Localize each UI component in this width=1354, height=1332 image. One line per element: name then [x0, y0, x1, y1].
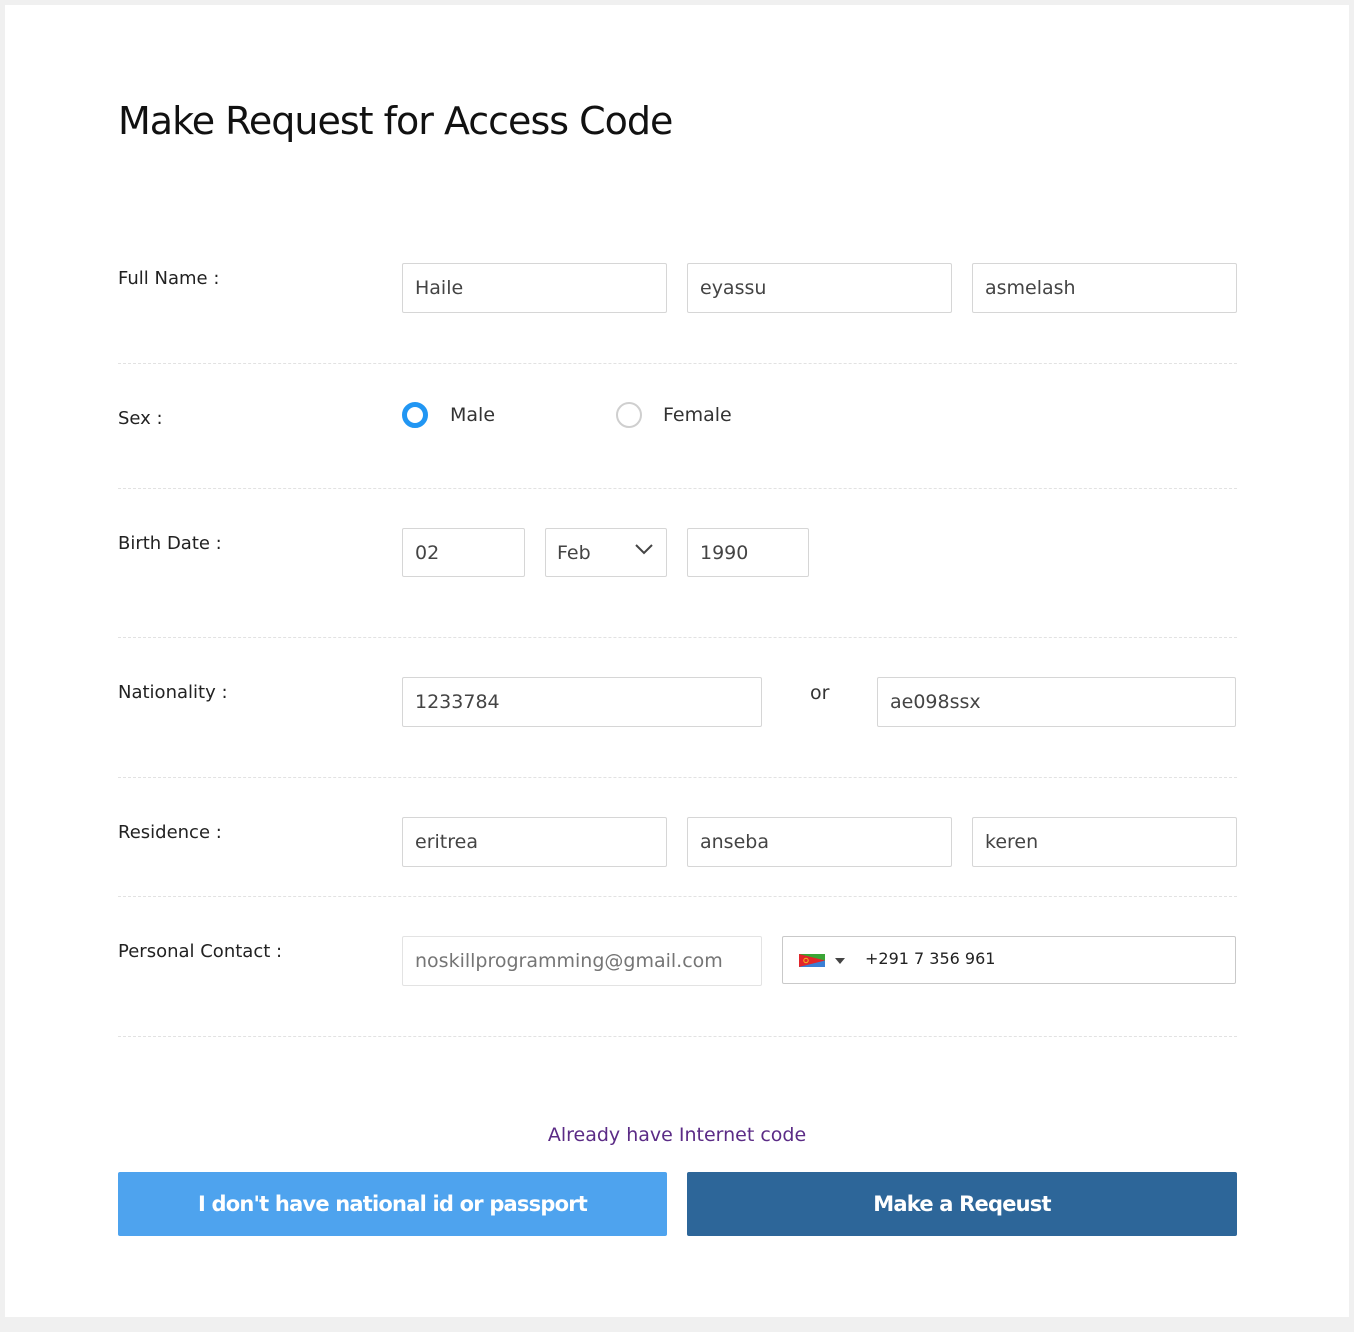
birth-date-label: Birth Date :	[118, 533, 222, 554]
birth-year-input[interactable]	[687, 528, 809, 577]
divider	[118, 363, 1237, 364]
divider	[118, 1036, 1237, 1037]
male-radio[interactable]	[402, 402, 428, 428]
nationality-label: Nationality :	[118, 682, 228, 703]
personal-contact-label: Personal Contact :	[118, 941, 283, 962]
request-form-card: Make Request for Access Code Full Name :…	[5, 5, 1349, 1317]
first-name-input[interactable]	[402, 263, 667, 313]
page-title: Make Request for Access Code	[118, 99, 673, 143]
passport-input[interactable]	[877, 677, 1236, 727]
middle-name-input[interactable]	[687, 263, 952, 313]
divider	[118, 488, 1237, 489]
sex-label: Sex :	[118, 408, 163, 429]
divider	[118, 637, 1237, 638]
national-id-input[interactable]	[402, 677, 762, 727]
phone-input[interactable]	[865, 949, 1165, 968]
no-national-id-button[interactable]: I don't have national id or passport	[118, 1172, 667, 1236]
female-radio-label[interactable]: Female	[663, 404, 732, 426]
phone-field[interactable]	[782, 936, 1236, 984]
residence-label: Residence :	[118, 822, 222, 843]
caret-down-icon[interactable]	[835, 958, 845, 964]
residence-city-input[interactable]	[972, 817, 1237, 867]
email-field[interactable]	[402, 936, 762, 986]
or-separator-text: or	[810, 682, 830, 704]
chevron-down-icon	[635, 544, 653, 555]
last-name-input[interactable]	[972, 263, 1237, 313]
female-radio[interactable]	[616, 402, 642, 428]
divider	[118, 896, 1237, 897]
residence-country-input[interactable]	[402, 817, 667, 867]
make-request-button[interactable]: Make a Reqeust	[687, 1172, 1237, 1236]
residence-region-input[interactable]	[687, 817, 952, 867]
divider	[118, 777, 1237, 778]
birth-month-value: Feb	[557, 542, 591, 564]
birth-day-input[interactable]	[402, 528, 525, 577]
already-have-code-link[interactable]: Already have Internet code	[5, 1124, 1349, 1146]
male-radio-label[interactable]: Male	[450, 404, 495, 426]
full-name-label: Full Name :	[118, 268, 220, 289]
flag-icon[interactable]	[799, 954, 825, 967]
birth-month-select[interactable]: Feb	[545, 528, 667, 577]
